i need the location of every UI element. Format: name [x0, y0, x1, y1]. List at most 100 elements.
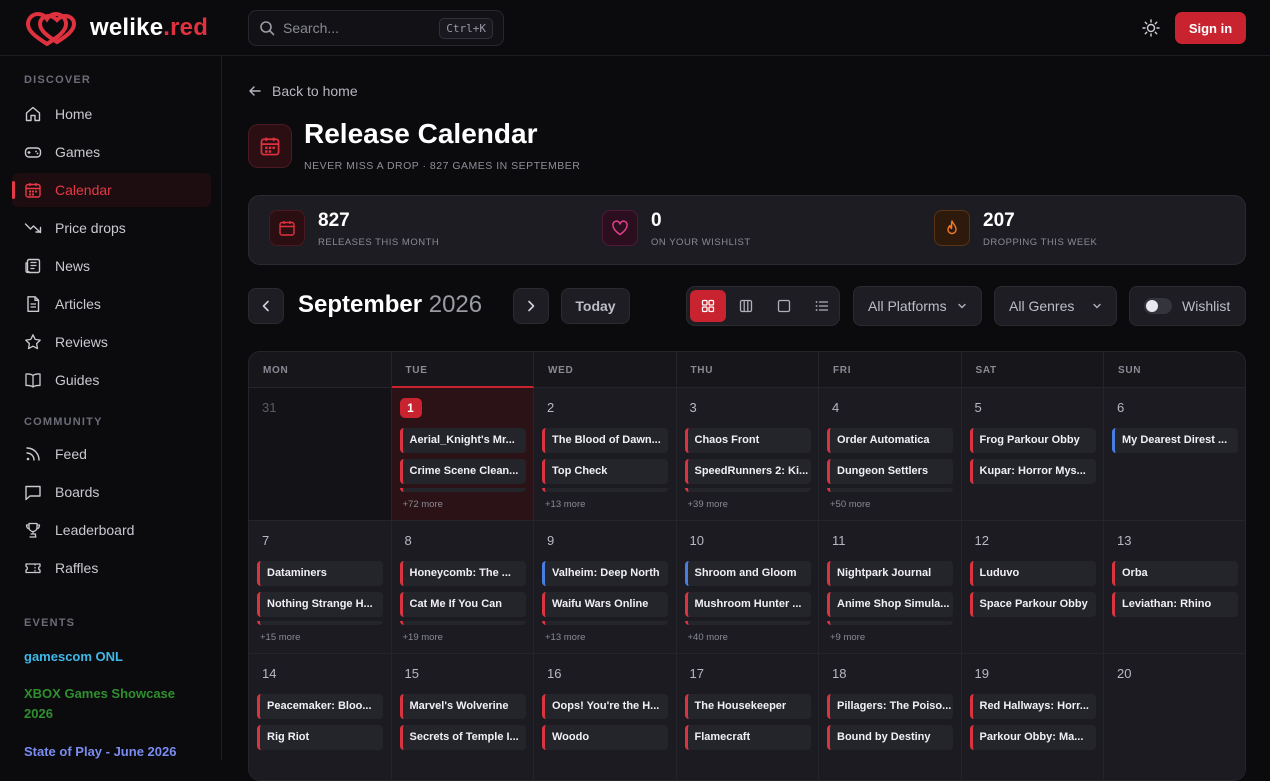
- day-cell[interactable]: 5 Frog Parkour Obby Kupar: Horror Mys...: [961, 388, 1104, 521]
- sidebar-item-feed[interactable]: Feed: [12, 437, 211, 471]
- day-cell[interactable]: 9 Valheim: Deep North Waifu Wars Online +13…: [534, 521, 677, 654]
- release-event[interactable]: Shroom and Gloom: [684, 561, 811, 586]
- release-event[interactable]: Oops! You're the H...: [542, 694, 668, 719]
- more-events-link[interactable]: +39 more: [688, 499, 728, 510]
- release-event[interactable]: Orba: [1112, 561, 1238, 586]
- release-event[interactable]: Frog Parkour Obby: [969, 428, 1096, 453]
- release-event[interactable]: Nothing Strange H...: [257, 592, 383, 617]
- more-events-link[interactable]: +19 more: [403, 632, 443, 643]
- day-cell[interactable]: 15 Marvel's Wolverine Secrets of Temple I.…: [391, 654, 534, 780]
- platform-filter-dropdown[interactable]: All Platforms: [853, 286, 982, 326]
- list-view-button[interactable]: [804, 290, 840, 322]
- release-event[interactable]: Dungeon Settlers: [827, 459, 953, 484]
- more-events-link[interactable]: +13 more: [545, 499, 585, 510]
- event-link-state-of-play[interactable]: State of Play - June 2026: [24, 742, 176, 762]
- grid-view-button[interactable]: [690, 290, 726, 322]
- release-event[interactable]: Peacemaker: Bloo...: [257, 694, 383, 719]
- sidebar-item-raffles[interactable]: Raffles: [12, 551, 211, 585]
- sidebar-item-news[interactable]: News: [12, 249, 211, 283]
- day-cell[interactable]: 6 My Dearest Direst ...: [1104, 388, 1245, 521]
- prev-month-button[interactable]: [248, 288, 284, 324]
- sidebar-item-games[interactable]: Games: [12, 135, 211, 169]
- sign-in-button[interactable]: Sign in: [1175, 12, 1246, 44]
- today-button[interactable]: Today: [561, 288, 630, 324]
- genre-filter-dropdown[interactable]: All Genres: [994, 286, 1117, 326]
- sidebar-item-boards[interactable]: Boards: [12, 475, 211, 509]
- release-event[interactable]: Kupar: Horror Mys...: [969, 459, 1096, 484]
- release-event[interactable]: Valheim: Deep North: [542, 561, 668, 586]
- search-input[interactable]: Search...: [283, 20, 439, 36]
- day-number: 4: [832, 400, 840, 415]
- sidebar-item-home[interactable]: Home: [12, 97, 211, 131]
- day-cell[interactable]: 11 Nightpark Journal Anime Shop Simula... +…: [819, 521, 962, 654]
- release-event[interactable]: Woodo: [542, 725, 668, 750]
- more-events-link[interactable]: +50 more: [830, 499, 870, 510]
- day-cell[interactable]: 19 Red Hallways: Horr... Parkour Obby: Ma.…: [961, 654, 1104, 780]
- sidebar-item-price-drops[interactable]: Price drops: [12, 211, 211, 245]
- sidebar-item-guides[interactable]: Guides: [12, 363, 211, 397]
- release-event[interactable]: Waifu Wars Online: [542, 592, 668, 617]
- event-link-xbox-showcase[interactable]: XBOX Games Showcase 2026: [24, 684, 184, 724]
- release-event[interactable]: Leviathan: Rhino: [1112, 592, 1238, 617]
- release-event[interactable]: Top Check: [542, 459, 668, 484]
- release-event[interactable]: Marvel's Wolverine: [399, 694, 526, 719]
- wishlist-toggle[interactable]: Wishlist: [1129, 286, 1246, 326]
- more-events-link[interactable]: +15 more: [260, 632, 300, 643]
- release-event[interactable]: Nightpark Journal: [827, 561, 953, 586]
- sidebar-item-calendar[interactable]: Calendar: [12, 173, 211, 207]
- release-event[interactable]: Flamecraft: [684, 725, 811, 750]
- release-event[interactable]: Pillagers: The Poiso...: [827, 694, 953, 719]
- day-cell[interactable]: 17 The Housekeeper Flamecraft: [676, 654, 819, 780]
- release-event[interactable]: The Blood of Dawn...: [542, 428, 668, 453]
- release-event[interactable]: Rig Riot: [257, 725, 383, 750]
- sidebar-item-leaderboard[interactable]: Leaderboard: [12, 513, 211, 547]
- columns-view-button[interactable]: [728, 290, 764, 322]
- more-events-link[interactable]: +40 more: [688, 632, 728, 643]
- release-event[interactable]: Crime Scene Clean...: [399, 459, 526, 484]
- release-event[interactable]: Mushroom Hunter ...: [684, 592, 811, 617]
- day-cell[interactable]: 10 Shroom and Gloom Mushroom Hunter ... +40…: [676, 521, 819, 654]
- day-cell[interactable]: 1 Aerial_Knight's Mr... Crime Scene Clean.…: [391, 388, 534, 521]
- release-event[interactable]: SpeedRunners 2: Ki...: [684, 459, 811, 484]
- release-event[interactable]: Aerial_Knight's Mr...: [399, 428, 526, 453]
- release-event[interactable]: Luduvo: [969, 561, 1096, 586]
- day-cell[interactable]: 20: [1104, 654, 1245, 780]
- day-cell[interactable]: 4 Order Automatica Dungeon Settlers +50 mor…: [819, 388, 962, 521]
- day-cell[interactable]: 2 The Blood of Dawn... Top Check +13 more: [534, 388, 677, 521]
- single-view-button[interactable]: [766, 290, 802, 322]
- release-event[interactable]: My Dearest Direst ...: [1112, 428, 1238, 453]
- release-event[interactable]: Anime Shop Simula...: [827, 592, 953, 617]
- release-event[interactable]: Chaos Front: [684, 428, 811, 453]
- event-link-gamescom[interactable]: gamescom ONL: [24, 647, 123, 667]
- day-cell[interactable]: 3 Chaos Front SpeedRunners 2: Ki... +39 mor…: [676, 388, 819, 521]
- release-event[interactable]: Cat Me If You Can: [399, 592, 526, 617]
- day-cell[interactable]: 8 Honeycomb: The ... Cat Me If You Can +19 …: [391, 521, 534, 654]
- release-event[interactable]: Dataminers: [257, 561, 383, 586]
- sidebar-item-articles[interactable]: Articles: [12, 287, 211, 321]
- release-event[interactable]: Red Hallways: Horr...: [969, 694, 1096, 719]
- day-cell[interactable]: 31: [249, 388, 392, 521]
- release-event[interactable]: Honeycomb: The ...: [399, 561, 526, 586]
- day-cell[interactable]: 18 Pillagers: The Poiso... Bound by Destin…: [819, 654, 962, 780]
- day-cell[interactable]: 16 Oops! You're the H... Woodo: [534, 654, 677, 780]
- release-event[interactable]: Bound by Destiny: [827, 725, 953, 750]
- theme-toggle[interactable]: [1141, 18, 1161, 38]
- search-bar[interactable]: Search... Ctrl+K: [248, 10, 504, 46]
- release-event[interactable]: The Housekeeper: [684, 694, 811, 719]
- release-event[interactable]: Parkour Obby: Ma...: [969, 725, 1096, 750]
- day-cell[interactable]: 14 Peacemaker: Bloo... Rig Riot: [249, 654, 392, 780]
- brand-logo[interactable]: welike.red: [24, 10, 208, 46]
- release-event[interactable]: Space Parkour Obby: [969, 592, 1096, 617]
- release-event[interactable]: Order Automatica: [827, 428, 953, 453]
- day-cell[interactable]: 12 Luduvo Space Parkour Obby: [961, 521, 1104, 654]
- release-event[interactable]: Secrets of Temple I...: [399, 725, 526, 750]
- star-icon: [25, 334, 41, 350]
- sidebar-item-reviews[interactable]: Reviews: [12, 325, 211, 359]
- back-link[interactable]: Back to home: [248, 83, 358, 99]
- more-events-link[interactable]: +13 more: [545, 632, 585, 643]
- day-cell[interactable]: 13 Orba Leviathan: Rhino: [1104, 521, 1245, 654]
- more-events-link[interactable]: +72 more: [403, 499, 443, 510]
- more-events-link[interactable]: +9 more: [830, 632, 865, 643]
- next-month-button[interactable]: [513, 288, 549, 324]
- day-cell[interactable]: 7 Dataminers Nothing Strange H... +15 more: [249, 521, 392, 654]
